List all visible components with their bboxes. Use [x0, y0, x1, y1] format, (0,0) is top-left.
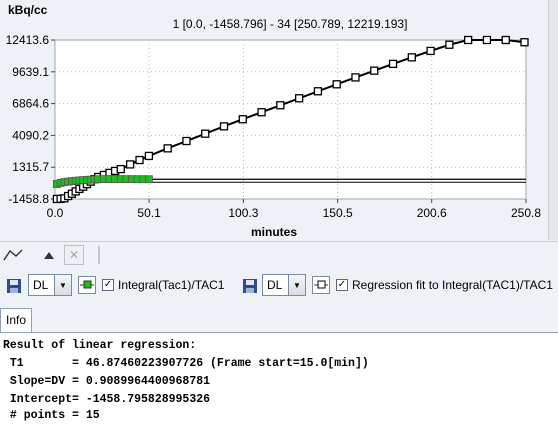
x-tick-label: 100.3: [228, 206, 258, 220]
series-label-1: Integral(Tac1)/TAC1: [118, 278, 225, 292]
regression-point: [201, 129, 210, 138]
y-tick-label: 6864.6: [12, 97, 49, 111]
chart-toolbar: ✕: [0, 241, 558, 268]
regression-point: [445, 40, 454, 49]
regression-point: [144, 151, 154, 161]
line-style-icon[interactable]: [2, 245, 24, 265]
save-icon[interactable]: [6, 278, 22, 294]
x-tick-label: 0.0: [47, 206, 64, 220]
y-tick-label: 1315.7: [12, 160, 49, 174]
chevron-down-icon[interactable]: ▼: [54, 275, 71, 295]
symbol-button-1[interactable]: [78, 276, 96, 294]
x-tick-label: 250.8: [511, 206, 541, 220]
integral-point: [144, 175, 153, 184]
regression-point: [135, 155, 144, 165]
tab-strip: Info: [0, 308, 558, 333]
y-tick-label: 4090.2: [12, 128, 49, 142]
regression-point: [482, 35, 492, 45]
series-label-2: Regression fit to Integral(TAC1)/TAC1: [352, 278, 553, 292]
line-type-combo-1[interactable]: DL ▼: [28, 274, 72, 296]
close-icon[interactable]: ✕: [64, 245, 84, 265]
info-line: Intercept= -1458.795828995326: [3, 393, 211, 406]
regression-point: [520, 38, 529, 47]
regression-point: [257, 108, 266, 117]
x-axis-label: minutes: [251, 225, 297, 239]
regression-point: [351, 73, 360, 82]
info-line: Result of linear regression:: [3, 339, 197, 352]
chart-header: 1 [0.0, -1458.796] - 34 [250.789, 12219.…: [173, 17, 408, 31]
symbol-button-2[interactable]: [312, 276, 330, 294]
regression-point: [219, 122, 229, 131]
divider-icon: [88, 245, 110, 265]
vertical-scrollbar[interactable]: [548, 0, 558, 240]
info-line: Slope=DV = 0.9089964400968781: [3, 375, 211, 388]
line-type-combo-2[interactable]: DL ▼: [262, 274, 306, 296]
info-text-area[interactable]: Result of linear regression: T1 = 46.874…: [0, 333, 558, 426]
y-tick-label: 12413.6: [6, 33, 50, 47]
save-icon[interactable]: [242, 278, 258, 294]
triangle-up-icon[interactable]: [38, 245, 60, 265]
x-tick-label: 200.6: [417, 206, 447, 220]
y-unit-label: kBq/cc: [8, 3, 48, 17]
y-tick-label: -1458.8: [8, 192, 49, 206]
regression-point: [370, 66, 379, 75]
regression-point: [125, 160, 135, 169]
combo-value: DL: [267, 278, 283, 292]
regression-point: [464, 35, 473, 45]
series-controls: DL ▼ ✓ Integral(Tac1)/TAC1 DL ▼ ✓ Regres…: [0, 270, 558, 300]
regression-chart[interactable]: kBq/cc 1 [0.0, -1458.796] - 34 [250.789,…: [0, 0, 548, 240]
regression-point: [332, 80, 341, 89]
series-checkbox-1[interactable]: ✓: [102, 279, 114, 291]
combo-value: DL: [33, 278, 49, 292]
regression-point: [294, 94, 304, 103]
info-line: # points = 15: [3, 409, 100, 422]
regression-point: [313, 87, 323, 96]
y-tick-label: 9639.1: [12, 65, 49, 79]
series-checkbox-2[interactable]: ✓: [336, 279, 348, 291]
regression-point: [116, 164, 125, 174]
x-tick-label: 150.5: [323, 206, 353, 220]
regression-point: [163, 144, 172, 153]
regression-point: [426, 46, 435, 56]
regression-point: [407, 53, 416, 62]
chevron-down-icon[interactable]: ▼: [288, 275, 305, 295]
regression-point: [276, 101, 285, 110]
plot-area: [54, 39, 527, 200]
regression-point: [501, 35, 510, 45]
info-line: T1 = 46.87460223907726 (Frame start=15.0…: [3, 357, 369, 370]
x-tick-label: 50.1: [137, 206, 161, 220]
regression-point: [388, 59, 398, 69]
chart-panel[interactable]: kBq/cc 1 [0.0, -1458.796] - 34 [250.789,…: [0, 0, 548, 240]
regression-point: [238, 115, 247, 124]
regression-point: [182, 136, 191, 146]
tab-info[interactable]: Info: [0, 308, 33, 332]
